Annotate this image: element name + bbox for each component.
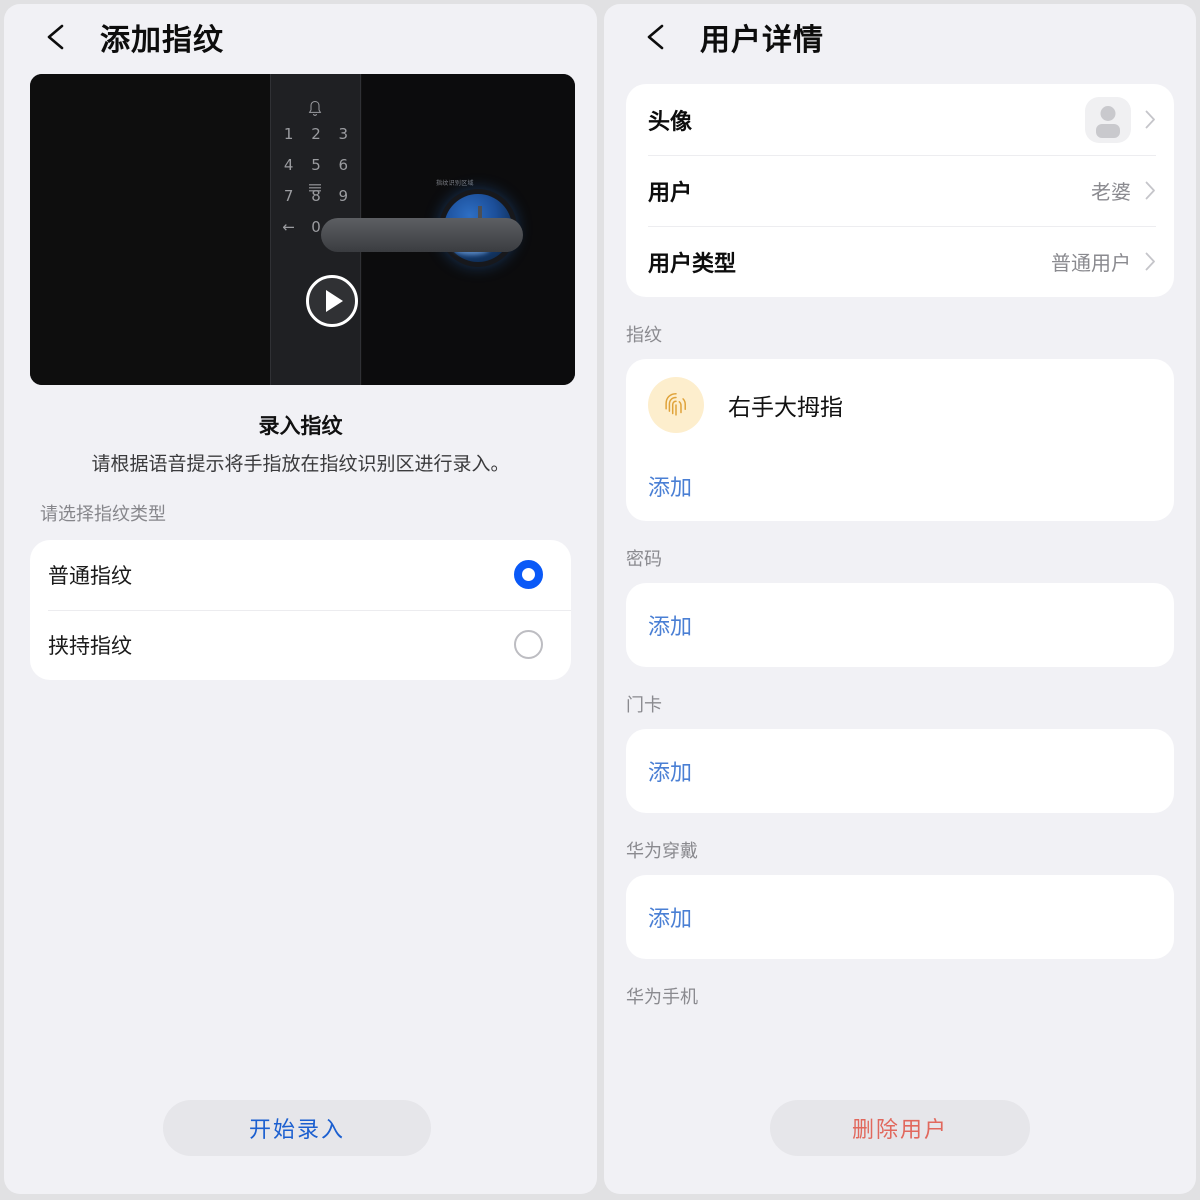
play-icon[interactable] <box>306 275 358 327</box>
group-label-fingerprint: 指纹 <box>626 325 662 345</box>
row-avatar[interactable]: 头像 <box>648 84 1156 155</box>
back-arrow-icon[interactable] <box>640 20 674 54</box>
add-wearable-link-row[interactable]: 添加 <box>648 875 1152 959</box>
dual-panel-screenshot: 添加指纹 1 2 3 4 5 6 7 8 9 ← 0 ✓ <box>0 0 1200 1200</box>
add-fingerprint-panel: 添加指纹 1 2 3 4 5 6 7 8 9 ← 0 ✓ <box>4 4 597 1194</box>
add-link[interactable]: 添加 <box>648 470 692 502</box>
keypad-key: 5 <box>311 156 321 174</box>
page-title: 用户详情 <box>700 24 824 57</box>
fingerprint-icon <box>648 377 704 433</box>
group-label-password: 密码 <box>626 549 662 569</box>
sensor-area-label: 指纹识别区域 <box>436 181 474 187</box>
avatar[interactable] <box>1085 96 1131 143</box>
row-value: 老婆 <box>1091 182 1131 204</box>
keypad-key-backspace: ← <box>282 218 295 236</box>
keypad-key: 1 <box>283 125 294 143</box>
add-link[interactable]: 添加 <box>648 755 692 787</box>
fingerprint-type-option-normal[interactable]: 普通指纹 <box>30 540 571 610</box>
add-door-card-link-row[interactable]: 添加 <box>648 729 1152 813</box>
keypad-key: 7 <box>283 187 294 205</box>
keypad-key: 3 <box>338 125 349 143</box>
lock-body-left <box>30 74 270 385</box>
fingerprint-name: 右手大拇指 <box>728 394 843 420</box>
chevron-right-icon <box>1145 110 1155 129</box>
keypad-key: 9 <box>338 187 349 205</box>
add-link[interactable]: 添加 <box>648 609 692 641</box>
start-enroll-button[interactable]: 开始录入 <box>163 1100 431 1156</box>
chevron-right-icon <box>1145 252 1155 271</box>
fingerprint-type-option-duress[interactable]: 挟持指纹 <box>30 609 571 680</box>
user-detail-panel: 用户详情 头像 用户 老婆 用户类型 普通用户 指纹 右手大拇指 添加 密码 添… <box>604 4 1196 1194</box>
option-label: 挟持指纹 <box>48 634 132 658</box>
keypad-key: 2 <box>311 125 321 143</box>
row-label: 头像 <box>648 108 693 134</box>
keypad-key: 4 <box>283 156 294 174</box>
keypad-indicator-dots <box>309 184 321 193</box>
fingerprint-group-card: 右手大拇指 添加 <box>626 359 1174 521</box>
row-value: 普通用户 <box>1051 253 1131 275</box>
person-icon <box>1096 105 1120 138</box>
page-title: 添加指纹 <box>100 24 224 57</box>
delete-user-button[interactable]: 删除用户 <box>770 1100 1030 1156</box>
enroll-title: 录入指纹 <box>258 415 343 438</box>
group-label-huawei-wearables: 华为穿戴 <box>626 841 698 861</box>
door-handle <box>321 218 523 252</box>
fingerprint-type-card: 普通指纹 挟持指纹 <box>30 539 571 680</box>
password-group-card: 添加 <box>626 583 1174 667</box>
enroll-description: 请根据语音提示将手指放在指纹识别区进行录入。 <box>91 454 510 475</box>
chevron-right-icon <box>1145 181 1155 200</box>
group-label-door-card: 门卡 <box>626 695 662 715</box>
bell-icon <box>308 100 322 116</box>
right-header: 用户详情 <box>604 4 1196 70</box>
radio-selected-icon[interactable] <box>514 560 543 590</box>
row-user-type[interactable]: 用户类型 普通用户 <box>648 226 1156 297</box>
row-label: 用户 <box>648 179 693 205</box>
keypad-key: 6 <box>338 156 349 174</box>
fingerprint-ridges-icon <box>665 392 686 416</box>
option-label: 普通指纹 <box>48 564 132 588</box>
lock-demo-video[interactable]: 1 2 3 4 5 6 7 8 9 ← 0 ✓ 指纹识别区域 <box>30 74 575 385</box>
add-fingerprint-link-row[interactable]: 添加 <box>648 451 1152 521</box>
left-header: 添加指纹 <box>4 4 597 70</box>
row-user[interactable]: 用户 老婆 <box>648 155 1156 226</box>
huawei-wearables-group-card: 添加 <box>626 875 1174 959</box>
fingerprint-type-section-label: 请选择指纹类型 <box>40 503 166 524</box>
door-card-group-card: 添加 <box>626 729 1174 813</box>
play-triangle <box>326 290 343 312</box>
back-arrow-icon[interactable] <box>40 20 74 54</box>
add-password-link-row[interactable]: 添加 <box>648 583 1152 667</box>
group-label-huawei-phone: 华为手机 <box>626 987 698 1007</box>
row-label: 用户类型 <box>648 250 737 276</box>
user-info-card: 头像 用户 老婆 用户类型 普通用户 <box>626 84 1174 297</box>
add-link[interactable]: 添加 <box>648 901 692 933</box>
fingerprint-list-item[interactable]: 右手大拇指 <box>648 359 1152 451</box>
radio-unselected-icon[interactable] <box>514 630 543 660</box>
